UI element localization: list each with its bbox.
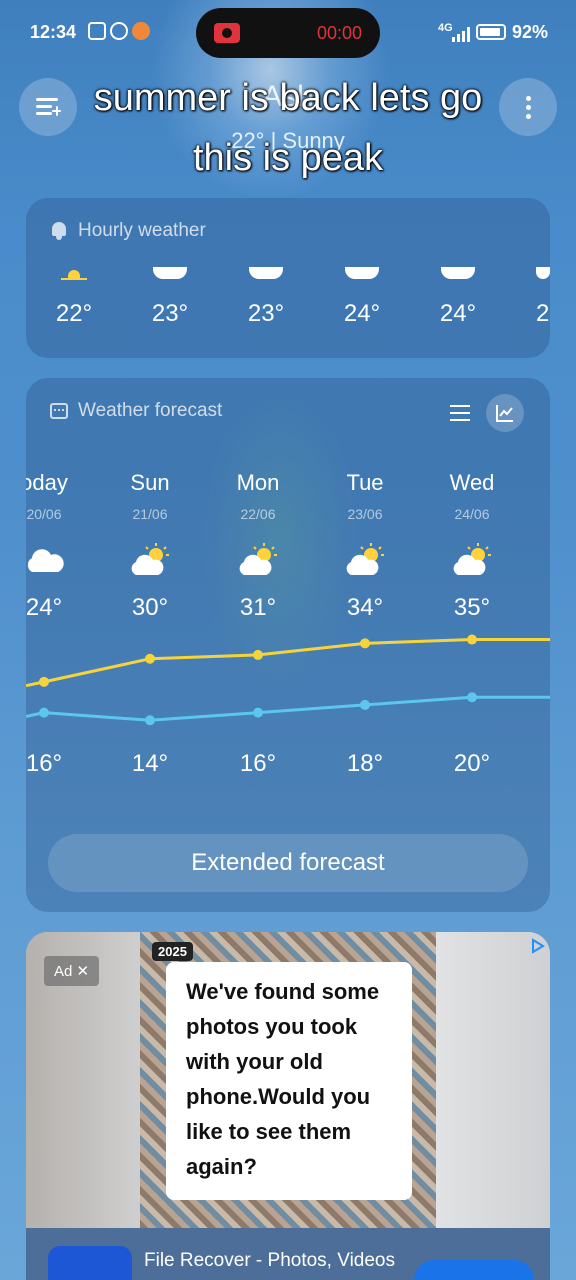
low-temp-point — [39, 707, 49, 718]
ad-year-badge: 2025 — [152, 942, 193, 961]
forecast-day[interactable]: oday 20/06 24° — [26, 470, 94, 622]
chart-view-button[interactable] — [486, 394, 524, 432]
hour-item: 24° — [428, 260, 488, 328]
weather-forecast-card: Weather forecast oday 20/06 24° Sun 21/0… — [26, 378, 550, 912]
cloud-icon — [536, 267, 550, 279]
hourly-title: Hourly weather — [78, 220, 206, 241]
forecast-day[interactable]: Tue 23/06 34° — [315, 470, 415, 622]
day-name: Sun — [130, 470, 170, 495]
high-temp-line — [26, 638, 550, 688]
caption-line-1: summer is back lets go — [93, 77, 483, 119]
high-temp-point — [39, 676, 49, 687]
high-temp-point — [145, 653, 155, 664]
bell-icon — [50, 222, 68, 240]
status-notification-icons — [88, 22, 150, 40]
hour-item: 24° — [332, 260, 392, 328]
ad-close-tag[interactable]: Ad ✕ — [44, 956, 100, 986]
ad-headline: We've found some photos you took with yo… — [166, 962, 412, 1200]
adchoices-icon[interactable] — [530, 938, 546, 954]
cloud-icon — [153, 267, 187, 279]
battery-icon — [476, 24, 506, 40]
day-low: 20° — [453, 750, 491, 777]
app-notification-icon — [132, 22, 150, 40]
cloud-icon — [441, 267, 475, 279]
record-camera-icon — [214, 23, 240, 43]
hour-temp: 2 — [536, 300, 550, 327]
file-recover-app-icon — [48, 1246, 132, 1280]
high-temp-point — [253, 649, 263, 660]
day-name: Tue — [346, 470, 384, 495]
low-temp-point — [360, 699, 370, 710]
day-low: 14° — [131, 750, 169, 777]
gallery-notification-icon — [88, 22, 106, 40]
hour-item: 2 — [520, 260, 550, 328]
ad-photo-collage[interactable]: 2025 We've found some photos you took wi… — [140, 932, 436, 1228]
forecast-day[interactable]: Wed 24/06 35° — [422, 470, 522, 622]
day-low: 18° — [346, 750, 384, 777]
network-type: 4G — [438, 22, 453, 34]
low-temp-point — [467, 692, 477, 703]
day-date: 24/06 — [454, 506, 490, 522]
ad-app-row[interactable]: File Recover - Photos, Videos — [26, 1228, 550, 1280]
chart-line-icon — [496, 405, 513, 422]
high-temp-point — [467, 634, 477, 645]
high-temp-point — [360, 638, 370, 649]
ad-card[interactable]: 2025 We've found some photos you took wi… — [26, 932, 550, 1280]
hour-temp: 24° — [439, 300, 477, 327]
day-low: 16° — [26, 750, 63, 777]
low-temp-point — [253, 707, 263, 718]
screen-record-pill[interactable]: 00:00 — [196, 8, 380, 58]
day-date: 22/06 — [240, 506, 276, 522]
hour-temp: 24° — [343, 300, 381, 327]
cloud-icon — [345, 267, 379, 279]
globe-notification-icon — [110, 22, 128, 40]
video-caption-overlay: summer is back lets go this is peak — [0, 68, 576, 188]
more-vertical-icon — [525, 95, 531, 119]
day-name: Wed — [449, 470, 495, 495]
battery-percent: 92% — [512, 22, 549, 42]
ad-app-name: File Recover - Photos, Videos — [144, 1250, 395, 1271]
forecast-day[interactable]: Mon 22/06 31° — [208, 470, 308, 622]
signal-icon — [452, 26, 470, 42]
hour-item: 23° — [236, 260, 296, 328]
day-date: 20/06 — [26, 506, 62, 522]
partly-sunny-icon — [208, 540, 308, 580]
forecast-header: Weather forecast — [50, 400, 222, 422]
record-timer: 00:00 — [316, 22, 362, 43]
partly-sunny-icon — [100, 540, 200, 580]
temperature-chart — [26, 634, 550, 726]
sun-icon — [61, 266, 87, 280]
low-temp-point — [145, 715, 155, 726]
hour-item: 22° — [44, 260, 104, 328]
status-bar: 12:34 00:00 4G 92% — [0, 0, 576, 64]
hour-temp: 23° — [247, 300, 285, 327]
day-name: oday — [26, 470, 68, 495]
day-date: 21/06 — [132, 506, 168, 522]
forecast-title: Weather forecast — [78, 400, 223, 421]
partly-sunny-icon — [315, 540, 415, 580]
low-temps-row: 16° 14° 16° 18° 20° — [26, 750, 550, 780]
more-options-button[interactable] — [499, 78, 557, 136]
hour-item: 23° — [140, 260, 200, 328]
hour-temp: 23° — [151, 300, 189, 327]
cloud-icon — [26, 540, 94, 580]
extended-forecast-button[interactable]: Extended forecast — [48, 834, 528, 892]
ad-install-button[interactable] — [414, 1260, 534, 1280]
day-name: Mon — [236, 470, 280, 495]
day-low: 16° — [239, 750, 277, 777]
forecast-day[interactable]: Sun 21/06 30° — [100, 470, 200, 622]
hourly-weather-card[interactable]: Hourly weather 22° 23° 23° 24° 24° 2 — [26, 198, 550, 358]
calendar-icon — [50, 403, 68, 419]
caption-line-2: this is peak — [192, 137, 384, 179]
status-time: 12:34 — [30, 22, 77, 42]
day-date: 23/06 — [347, 506, 383, 522]
hour-temp: 22° — [55, 300, 93, 327]
list-view-icon[interactable] — [450, 404, 470, 422]
partly-sunny-icon — [422, 540, 522, 580]
hourly-header: Hourly weather — [50, 220, 206, 242]
cloud-icon — [249, 267, 283, 279]
